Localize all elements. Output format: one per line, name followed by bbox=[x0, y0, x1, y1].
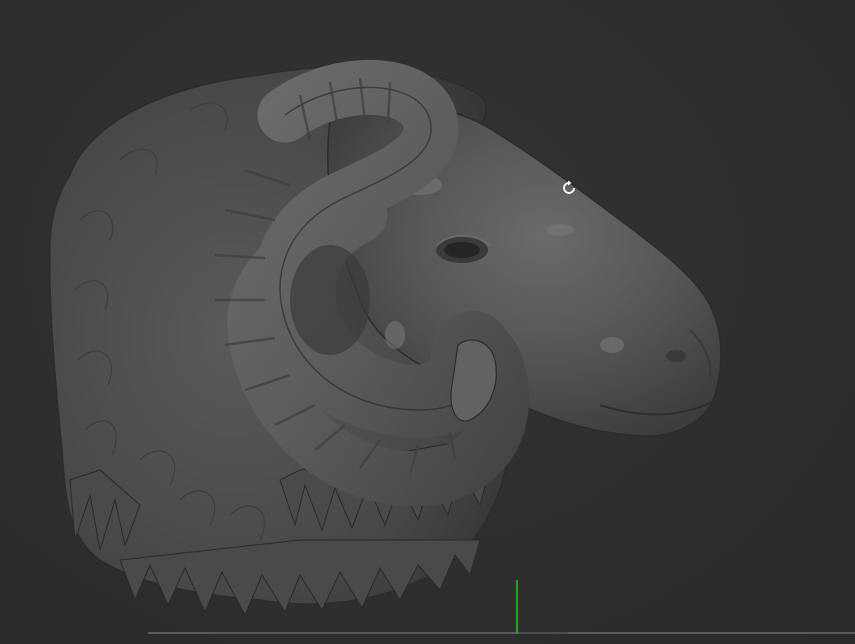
nostril bbox=[666, 350, 686, 362]
rotate-icon bbox=[563, 180, 575, 194]
3d-viewport[interactable] bbox=[0, 0, 855, 644]
ram-head-model[interactable] bbox=[0, 0, 855, 644]
ground-grid-line bbox=[148, 632, 855, 634]
spiral-shadow bbox=[290, 245, 370, 355]
y-axis-indicator bbox=[516, 580, 518, 634]
ground-grid-accent bbox=[518, 632, 568, 634]
